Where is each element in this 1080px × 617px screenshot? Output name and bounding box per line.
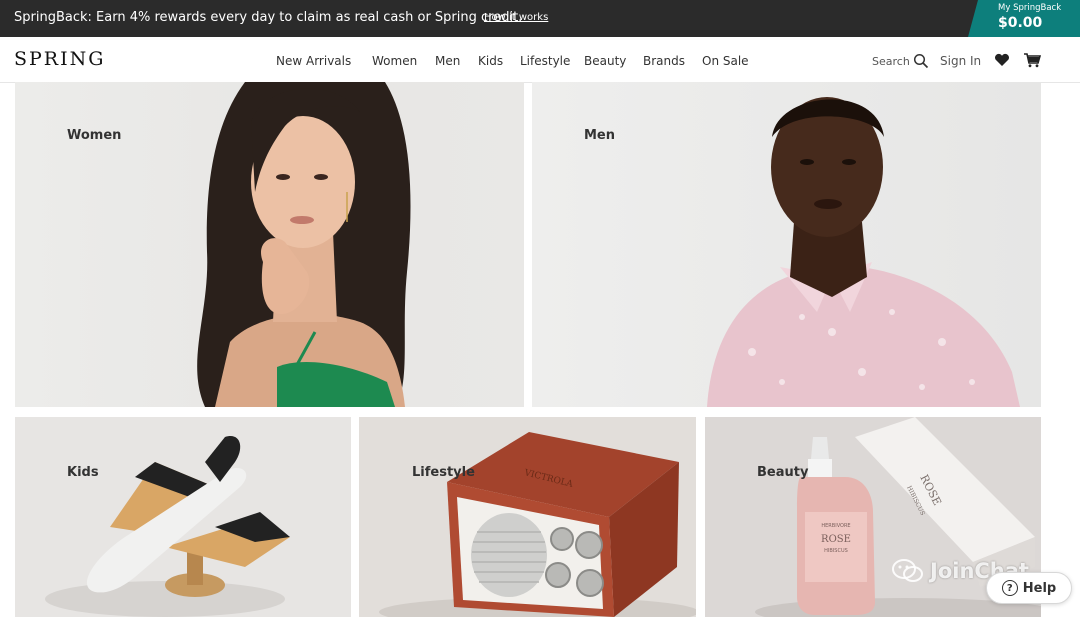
help-button[interactable]: ? Help (986, 572, 1072, 604)
tile-label-lifestyle: Lifestyle (412, 465, 475, 480)
nav-item-brands[interactable]: Brands (643, 54, 685, 68)
nav-item-lifestyle[interactable]: Lifestyle (520, 54, 570, 68)
springback-amount: $0.00 (998, 15, 1043, 31)
wechat-icon (892, 559, 923, 582)
sign-in-link[interactable]: Sign In (940, 54, 981, 68)
category-tile-men[interactable]: Men (532, 82, 1041, 407)
nav-item-women[interactable]: Women (372, 54, 417, 68)
springback-balance[interactable]: My SpringBack $0.00 (968, 0, 1080, 37)
promo-text: SpringBack: Earn 4% rewards every day to… (14, 10, 523, 25)
tile-label-men: Men (584, 128, 616, 143)
search-label: Search (872, 54, 910, 68)
nav-item-beauty[interactable]: Beauty (584, 54, 626, 68)
springback-label: My SpringBack (998, 3, 1062, 13)
nav-item-on-sale[interactable]: On Sale (702, 54, 749, 68)
tile-label-beauty: Beauty (757, 465, 809, 480)
nav-item-men[interactable]: Men (435, 54, 460, 68)
search-button[interactable]: Search (872, 53, 929, 69)
logo[interactable]: SPRING (14, 48, 105, 70)
toy-plane-image (45, 436, 290, 617)
bottle-sub-text: HIBISCUS (824, 548, 848, 554)
promo-bar: SpringBack: Earn 4% rewards every day to… (0, 0, 1080, 37)
cart-icon[interactable] (1023, 52, 1041, 68)
radio-image: VICTROLA (379, 432, 696, 617)
help-label: Help (1022, 580, 1057, 596)
tile-label-women: Women (67, 128, 122, 143)
bottle-name-text: ROSE (821, 534, 851, 545)
how-it-works-link[interactable]: How it works (484, 12, 548, 23)
heart-icon[interactable] (994, 53, 1010, 67)
nav-item-new-arrivals[interactable]: New Arrivals (276, 54, 351, 68)
category-tile-women[interactable]: Women (15, 82, 524, 407)
category-tile-lifestyle[interactable]: VICTROLA Lifestyle (359, 417, 696, 617)
question-icon: ? (1001, 580, 1018, 596)
tile-label-kids: Kids (67, 465, 99, 480)
main-nav: SPRING New Arrivals Women Men Kids Lifes… (0, 37, 1080, 83)
bottle-brand-text: HERBIVORE (821, 523, 850, 529)
category-tile-kids[interactable]: Kids (15, 417, 351, 617)
nav-item-kids[interactable]: Kids (478, 54, 503, 68)
search-icon (913, 53, 928, 69)
